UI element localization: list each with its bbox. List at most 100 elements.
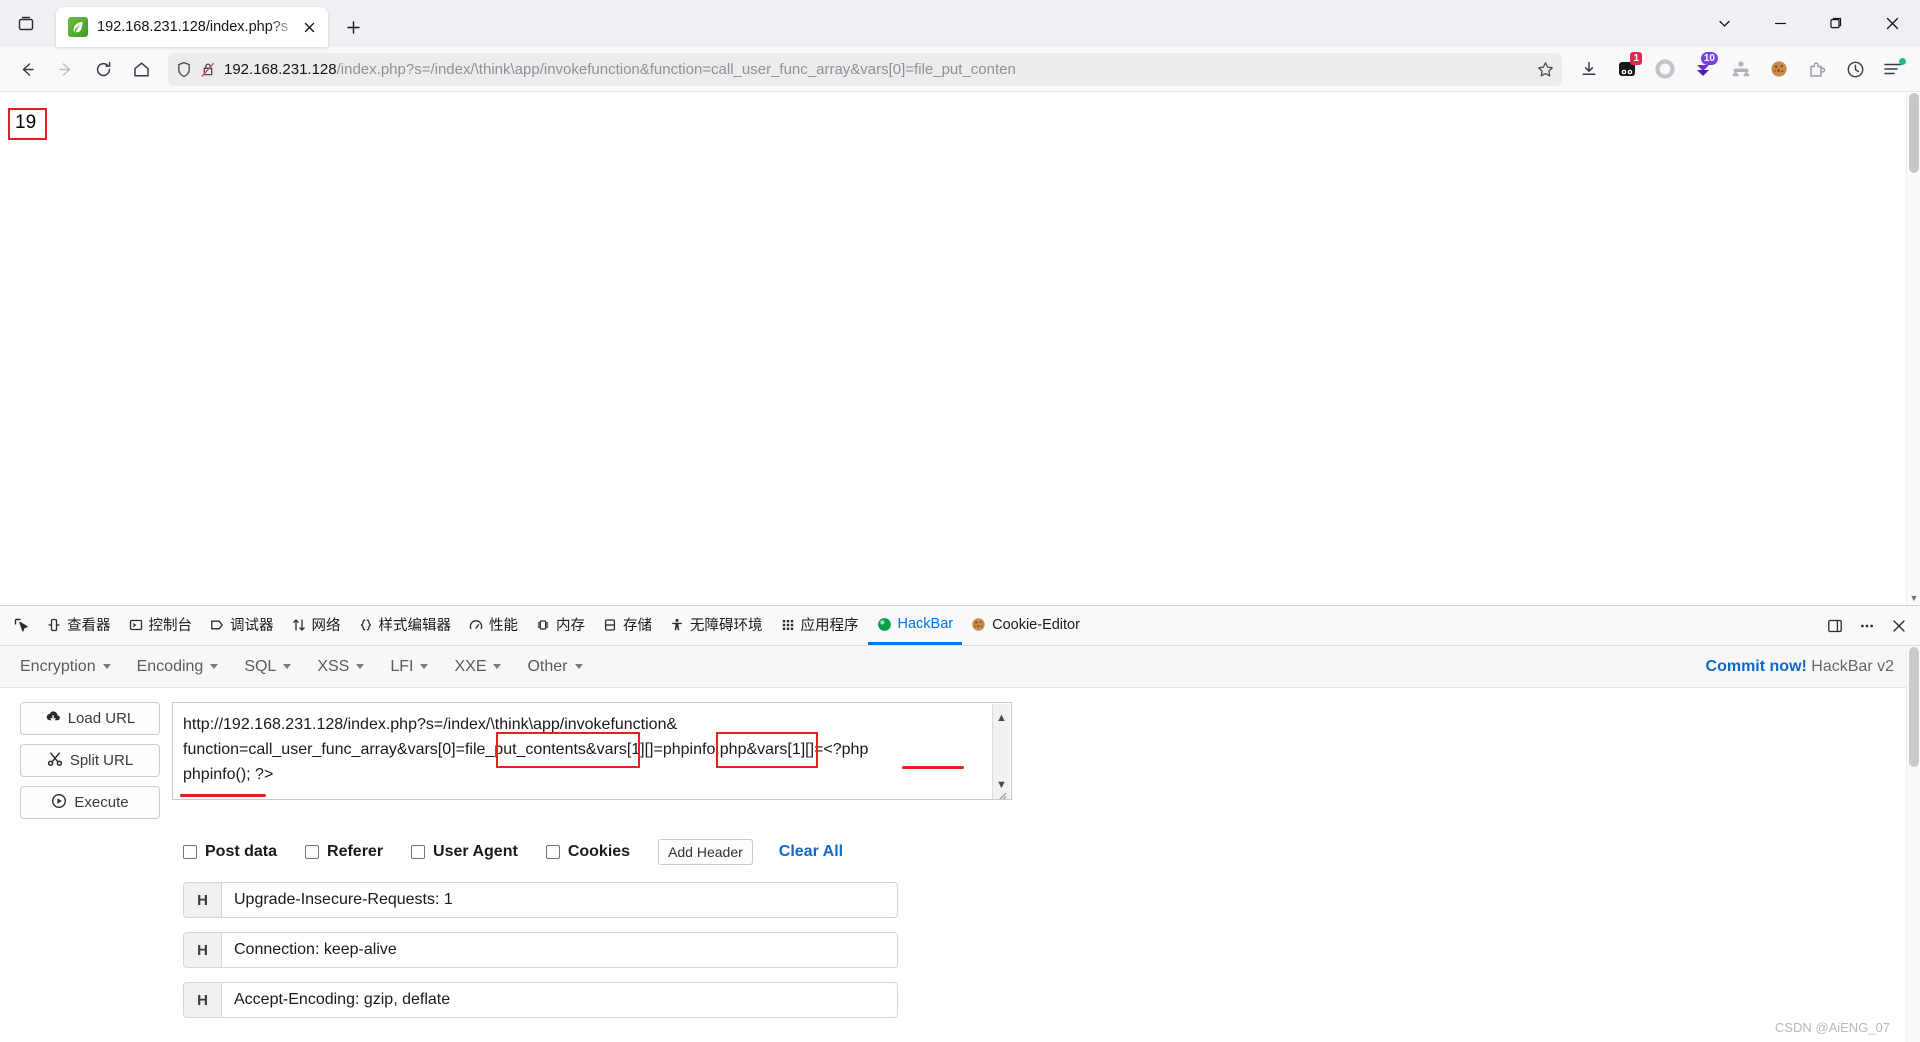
hackbar-url-field-wrapper: http://192.168.231.128/index.php?s=/inde… — [172, 702, 1012, 800]
meatball-menu-icon[interactable] — [1852, 611, 1882, 641]
maximize-button[interactable] — [1808, 0, 1864, 46]
puzzle-extensions-icon[interactable] — [1798, 52, 1836, 86]
header-value-input[interactable]: Connection: keep-alive — [222, 933, 897, 967]
extension-panda-icon[interactable]: 1 — [1608, 52, 1646, 86]
devtools-tab-hackbar[interactable]: HackBar — [867, 606, 963, 645]
user-agent-checkbox[interactable]: User Agent — [411, 843, 518, 861]
shield-icon[interactable] — [176, 61, 192, 78]
devtools-tab-console[interactable]: 控制台 — [120, 606, 202, 645]
cookie-icon[interactable] — [1760, 52, 1798, 86]
split-url-button[interactable]: Split URL — [20, 744, 160, 777]
textarea-scroll-up-icon[interactable]: ▲ — [996, 704, 1007, 733]
watermark-text: CSDN @AiENG_07 — [1774, 1020, 1890, 1035]
checkbox-icon[interactable] — [545, 845, 560, 859]
commit-now-link[interactable]: Commit now! — [1706, 658, 1807, 675]
address-bar[interactable]: 192.168.231.128/index.php?s=/index/\thin… — [168, 52, 1562, 86]
header-value-input[interactable]: Accept-Encoding: gzip, deflate — [222, 983, 897, 1017]
header-type-tag: H — [184, 983, 222, 1017]
hackbar-menu-sql[interactable]: SQL — [244, 658, 292, 676]
minimize-button[interactable] — [1752, 0, 1808, 46]
devtools-tab-label: 应用程序 — [800, 618, 859, 634]
back-arrow-icon[interactable] — [9, 52, 45, 86]
hackbar-menu-label: Encryption — [20, 657, 96, 675]
hackbar-options-row: Post data Referer User Agent Cookies Add… — [0, 839, 1920, 865]
devtools-tab-memory[interactable]: 内存 — [527, 606, 594, 645]
cookies-checkbox[interactable]: Cookies — [545, 843, 630, 861]
downloader-purple-icon[interactable]: 10 — [1684, 52, 1722, 86]
add-header-button[interactable]: Add Header — [658, 839, 753, 865]
checkbox-icon[interactable] — [183, 845, 197, 859]
hackbar-menu-encryption[interactable]: Encryption — [20, 658, 111, 676]
devtools-vertical-scrollbar[interactable] — [1906, 646, 1920, 1042]
reload-icon[interactable] — [85, 52, 121, 86]
referer-checkbox[interactable]: Referer — [305, 843, 383, 861]
element-picker-icon[interactable] — [4, 610, 38, 642]
home-icon[interactable] — [123, 52, 159, 86]
header-row[interactable]: H Upgrade-Insecure-Requests: 1 — [183, 882, 898, 918]
url-line-1: http://192.168.231.128/index.php?s=/inde… — [183, 716, 678, 733]
hackbar-menu-encoding[interactable]: Encoding — [137, 658, 219, 676]
history-clock-icon[interactable] — [1836, 52, 1874, 86]
hackbar-body: Load URL Split URL Execute http://192.16… — [0, 688, 1920, 1042]
clear-all-link[interactable]: Clear All — [779, 843, 843, 861]
devtools-tab-debugger[interactable]: 调试器 — [201, 606, 283, 645]
devtools-tab-performance[interactable]: 性能 — [460, 606, 527, 645]
checkbox-icon[interactable] — [305, 845, 320, 859]
header-type-tag: H — [184, 883, 222, 917]
devtools-tab-inspector[interactable]: 查看器 — [38, 606, 120, 645]
dock-layout-icon[interactable] — [1820, 611, 1850, 641]
browser-tab[interactable]: 192.168.231.128/index.php?s — [56, 7, 328, 47]
lock-broken-icon[interactable] — [200, 61, 216, 78]
devtools-tab-style-editor[interactable]: 样式编辑器 — [350, 606, 461, 645]
downloads-icon[interactable] — [1570, 52, 1608, 86]
hackbar-menu-label: XXE — [454, 657, 487, 675]
scrollbar-thumb[interactable] — [1909, 93, 1919, 173]
url-line-3: phpinfo(); ?> — [183, 766, 274, 783]
close-devtools-icon[interactable] — [1884, 611, 1914, 641]
circle-ring-icon[interactable] — [1646, 52, 1684, 86]
devtools-tab-accessibility[interactable]: 无障碍环境 — [661, 606, 772, 645]
url-text[interactable]: 192.168.231.128/index.php?s=/index/\thin… — [224, 61, 1531, 78]
hackbar-menu-xss[interactable]: XSS — [317, 658, 365, 676]
hackbar-version-label: HackBar v2 — [1811, 657, 1894, 675]
hackbar-url-textarea[interactable]: http://192.168.231.128/index.php?s=/inde… — [172, 702, 1012, 800]
debugger-icon — [210, 618, 224, 632]
close-icon[interactable] — [298, 16, 320, 38]
execute-label: Execute — [74, 794, 129, 811]
devtools-tab-label: 存储 — [623, 618, 652, 634]
execute-button[interactable]: Execute — [20, 786, 160, 819]
devtools-tab-application[interactable]: 应用程序 — [772, 606, 868, 645]
devtools-panel-controls — [1820, 606, 1914, 645]
scroll-down-arrow-icon[interactable]: ▼ — [1907, 591, 1920, 605]
page-vertical-scrollbar[interactable]: ▲ ▼ — [1906, 93, 1920, 605]
hackbar-version-info: Commit now! HackBar v2 — [1706, 658, 1894, 676]
hackbar-menu-lfi[interactable]: LFI — [390, 658, 429, 676]
checkbox-icon[interactable] — [411, 845, 426, 859]
page-output-value: 19 — [8, 108, 48, 140]
update-available-dot — [1899, 58, 1906, 65]
devtools-tab-label: 性能 — [489, 618, 518, 634]
hackbar-menu-xxe[interactable]: XXE — [454, 657, 502, 676]
hackbar-headers-list: H Upgrade-Insecure-Requests: 1 H Connect… — [0, 882, 1920, 1018]
header-row[interactable]: H Connection: keep-alive — [183, 932, 898, 968]
people-icon[interactable] — [1722, 52, 1760, 86]
star-icon[interactable] — [1537, 61, 1554, 78]
devtools-tab-storage[interactable]: 存储 — [594, 606, 661, 645]
tab-overflow-chevron-icon[interactable] — [1696, 0, 1752, 46]
app-menu-icon[interactable] — [1874, 52, 1912, 86]
new-tab-button[interactable] — [336, 10, 370, 44]
php-leaf-favicon — [68, 17, 88, 37]
hackbar-menu-other[interactable]: Other — [527, 658, 583, 676]
scrollbar-thumb[interactable] — [1909, 647, 1919, 767]
header-row[interactable]: H Accept-Encoding: gzip, deflate — [183, 982, 898, 1018]
devtools-tab-label: 调试器 — [230, 618, 274, 634]
header-value-input[interactable]: Upgrade-Insecure-Requests: 1 — [222, 883, 897, 917]
post-data-checkbox[interactable]: Post data — [183, 843, 277, 861]
list-all-tabs-button[interactable] — [6, 4, 46, 44]
devtools-tab-network[interactable]: 网络 — [283, 606, 350, 645]
textarea-resize-handle[interactable] — [995, 784, 1009, 799]
devtools-tab-cookie-editor[interactable]: Cookie-Editor — [962, 606, 1089, 645]
load-url-button[interactable]: Load URL — [20, 702, 160, 735]
close-window-button[interactable] — [1864, 0, 1920, 46]
storage-icon — [603, 618, 617, 632]
